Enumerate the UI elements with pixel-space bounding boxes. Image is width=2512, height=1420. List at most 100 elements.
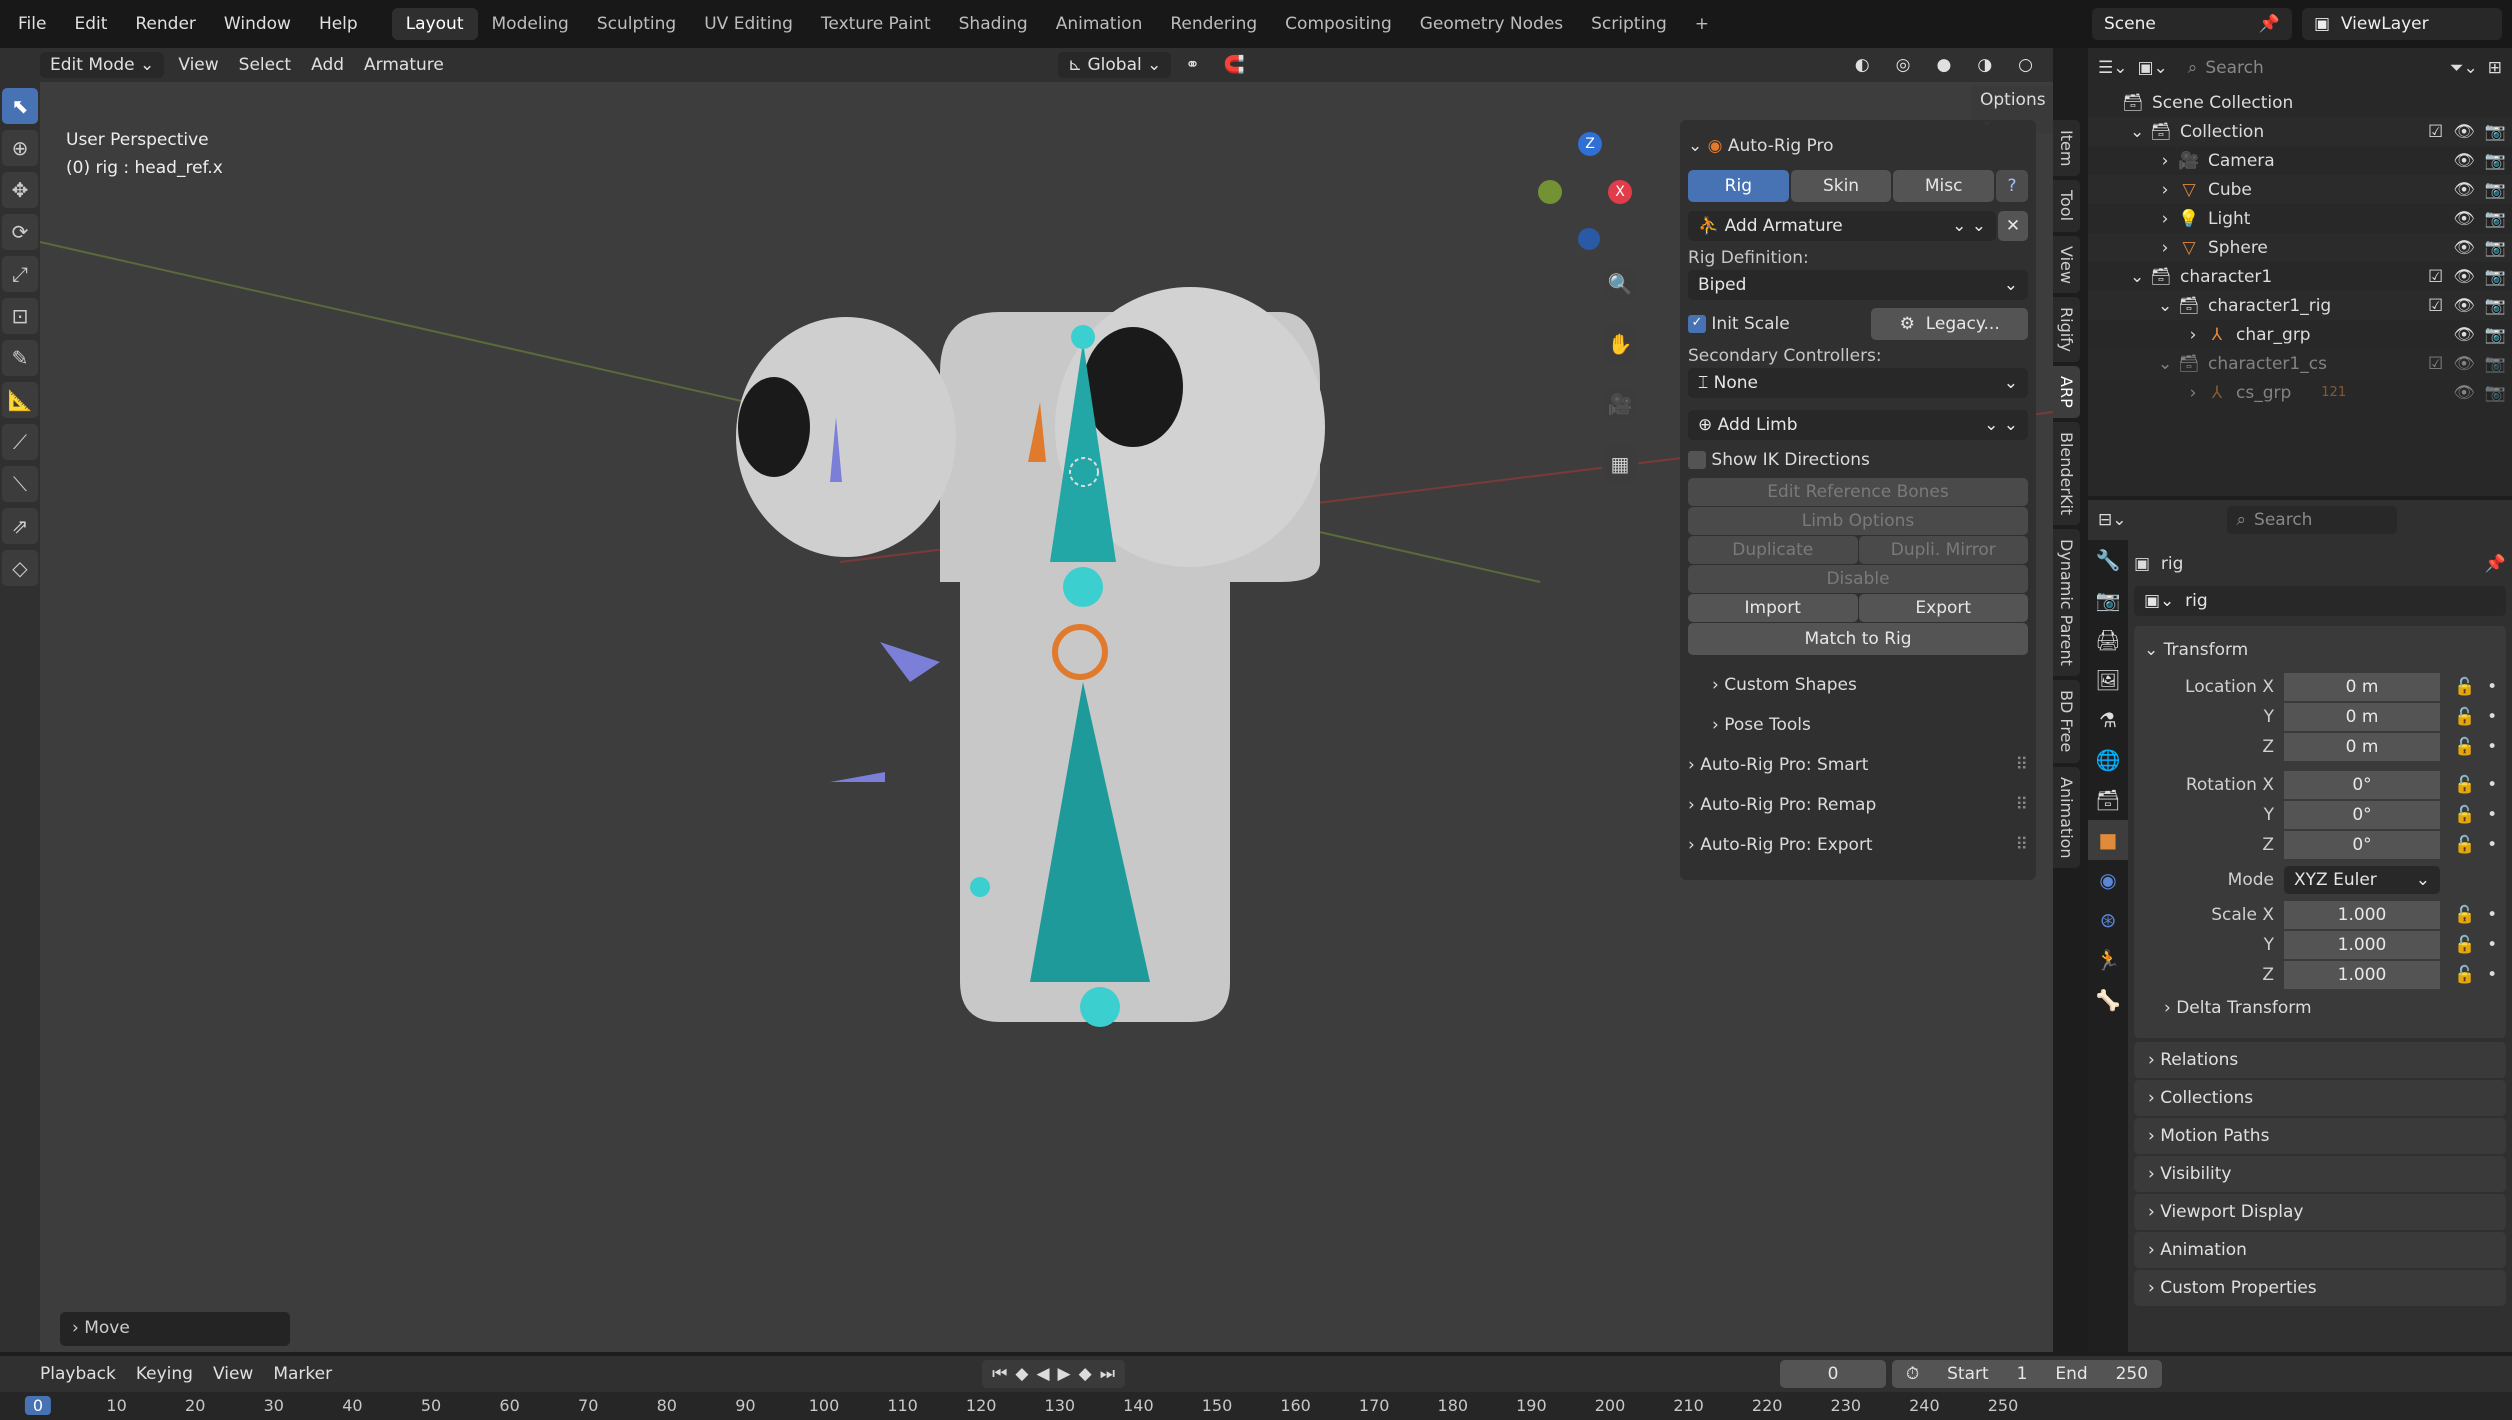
render-camera-icon[interactable]: 📷	[2485, 151, 2506, 171]
filter-icon[interactable]: ⏷⌄	[2450, 58, 2478, 78]
view-layer-icon[interactable]: 🖼	[2088, 660, 2128, 700]
grid-perspective-icon[interactable]: ▦	[1602, 446, 1638, 482]
property-field[interactable]: 0 m	[2284, 672, 2440, 701]
render-camera-icon[interactable]: 📷	[2485, 267, 2506, 287]
pivot-icon[interactable]: ⚭	[1175, 52, 1209, 78]
material-shading-icon[interactable]: ◑	[1967, 52, 2002, 78]
property-field[interactable]: 0°	[2284, 830, 2440, 859]
output-properties-icon[interactable]: 🖨	[2088, 620, 2128, 660]
delta-transform-header[interactable]: Delta Transform	[2176, 998, 2311, 1018]
lock-icon[interactable]: 🔓	[2454, 775, 2475, 795]
legacy-button[interactable]: ⚙ Legacy...	[1871, 308, 2028, 340]
outliner-item[interactable]: ⌄ 🗃 Collection ☑ 👁 📷	[2088, 117, 2512, 146]
rendered-shading-icon[interactable]: ○	[2008, 52, 2043, 78]
panel-0[interactable]: › Auto-Rig Pro: Smart ⠿	[1688, 747, 2028, 783]
import-button[interactable]: Import	[1688, 594, 1858, 622]
display-mode-icon[interactable]: ☰⌄	[2098, 58, 2127, 78]
subpanel-pose-tools[interactable]: › Pose Tools	[1688, 707, 2028, 743]
render-camera-icon[interactable]: 📷	[2485, 122, 2506, 142]
property-field[interactable]: 0 m	[2284, 702, 2440, 731]
keyframe-dot-icon[interactable]: •	[2487, 805, 2497, 825]
filter-scene-icon[interactable]: ▣⌄	[2137, 58, 2167, 78]
menu-view[interactable]: View	[203, 1361, 263, 1387]
current-frame-field[interactable]: 0	[1780, 1360, 1886, 1388]
keyframe-dot-icon[interactable]: •	[2487, 775, 2497, 795]
tab-sculpting[interactable]: Sculpting	[583, 8, 690, 40]
menu-render[interactable]: Render	[121, 14, 210, 34]
outliner-search-input[interactable]: ⌕ Search	[2177, 54, 2348, 82]
eye-icon[interactable]: 👁	[2453, 209, 2475, 229]
section-animation[interactable]: › Animation	[2134, 1232, 2506, 1268]
view-layer-selector[interactable]: ▣ ViewLayer	[2302, 8, 2502, 40]
outliner-item[interactable]: › ⅄ char_grp 👁 📷	[2088, 320, 2512, 349]
collapse-chevron-icon[interactable]: ⌄	[1688, 136, 1702, 156]
tab-skin[interactable]: Skin	[1790, 170, 1892, 202]
extrude-tool-icon[interactable]: ⇗	[2, 508, 38, 544]
exclude-checkbox[interactable]: ☑	[2428, 354, 2443, 374]
section-viewport-display[interactable]: › Viewport Display	[2134, 1194, 2506, 1230]
panel-1[interactable]: › Auto-Rig Pro: Remap ⠿	[1688, 787, 2028, 823]
gizmo-neg-z[interactable]	[1578, 228, 1600, 250]
property-field[interactable]: 1.000	[2284, 930, 2440, 959]
dupli-mirror-button[interactable]: Dupli. Mirror	[1858, 536, 2028, 564]
chevron-icon[interactable]: ⌄	[2158, 296, 2172, 316]
eye-icon[interactable]: 👁	[2453, 122, 2475, 142]
eye-icon[interactable]: 👁	[2453, 151, 2475, 171]
bone-icon[interactable]: 🦴	[2088, 980, 2128, 1020]
tab-layout[interactable]: Layout	[391, 8, 478, 40]
subpanel-custom-shapes[interactable]: › Custom Shapes	[1688, 667, 2028, 703]
rotation-mode-dropdown[interactable]: XYZ Euler ⌄	[2284, 865, 2440, 894]
keyframe-dot-icon[interactable]: •	[2487, 677, 2497, 697]
eye-icon[interactable]: 👁	[2453, 354, 2475, 374]
tab-geometry-nodes[interactable]: Geometry Nodes	[1406, 8, 1577, 40]
lock-icon[interactable]: 🔓	[2454, 965, 2475, 985]
snap-icon[interactable]: 🧲	[1214, 52, 1255, 78]
side-tab-item[interactable]: Item	[2053, 120, 2080, 177]
side-tab-rigify[interactable]: Rigify	[2053, 297, 2080, 363]
add-limb-dropdown[interactable]: ⊕ Add Limb ⌄ ⌄	[1688, 410, 2028, 440]
play-icon[interactable]: ▶	[1058, 1364, 1071, 1384]
disable-button[interactable]: Disable	[1688, 565, 2028, 593]
lock-icon[interactable]: 🔓	[2454, 905, 2475, 925]
world-icon[interactable]: 🌐	[2088, 740, 2128, 780]
lock-icon[interactable]: 🔓	[2454, 805, 2475, 825]
lock-icon[interactable]: 🔓	[2454, 707, 2475, 727]
tab-rig[interactable]: Rig	[1688, 170, 1789, 202]
init-scale-checkbox[interactable]: ✓	[1688, 315, 1706, 333]
eye-icon[interactable]: 👁	[2453, 267, 2475, 287]
jump-start-icon[interactable]: ⏮	[992, 1364, 1007, 1384]
tab-scripting[interactable]: Scripting	[1577, 8, 1681, 40]
side-tab-tool[interactable]: Tool	[2053, 180, 2080, 232]
chevron-icon[interactable]: ›	[2158, 180, 2172, 200]
menu-keying[interactable]: Keying	[126, 1361, 203, 1387]
editor-type-icon[interactable]: ⊟⌄	[2098, 510, 2127, 530]
render-camera-icon[interactable]: 📷	[2485, 383, 2506, 403]
outliner-item[interactable]: › ⅄ cs_grp 121 👁 📷	[2088, 378, 2512, 407]
exclude-checkbox[interactable]: ☑	[2428, 267, 2443, 287]
close-icon[interactable]: ✕	[1998, 211, 2028, 241]
select-tool-icon[interactable]: ⬉	[2, 88, 38, 124]
menu-file[interactable]: File	[4, 14, 60, 34]
render-camera-icon[interactable]: 📷	[2485, 296, 2506, 316]
tab-misc[interactable]: Misc	[1893, 170, 1995, 202]
lock-icon[interactable]: 🔓	[2454, 737, 2475, 757]
panel-2[interactable]: › Auto-Rig Pro: Export ⠿	[1688, 827, 2028, 863]
menu-playback[interactable]: Playback	[30, 1361, 126, 1387]
export-button[interactable]: Export	[1858, 594, 2028, 622]
section-custom-properties[interactable]: › Custom Properties	[2134, 1270, 2506, 1306]
tab-uv-editing[interactable]: UV Editing	[690, 8, 807, 40]
render-camera-icon[interactable]: 📷	[2485, 209, 2506, 229]
render-camera-icon[interactable]: 📷	[2485, 180, 2506, 200]
side-tab-blenderkit[interactable]: BlenderKit	[2053, 422, 2080, 526]
envelope-tool-icon[interactable]: ◇	[2, 550, 38, 586]
outliner-item[interactable]: ⌄ 🗃 character1_cs ☑ 👁 📷	[2088, 349, 2512, 378]
tab-modeling[interactable]: Modeling	[478, 8, 583, 40]
show-ik-checkbox[interactable]	[1688, 451, 1706, 469]
jump-end-icon[interactable]: ⏭	[1100, 1364, 1115, 1384]
outliner-item[interactable]: › ▽ Cube 👁 📷	[2088, 175, 2512, 204]
drag-handle-icon[interactable]: ⠿	[2016, 795, 2028, 815]
chevron-icon[interactable]: ⌄	[2158, 354, 2172, 374]
section-collections[interactable]: › Collections	[2134, 1080, 2506, 1116]
exclude-checkbox[interactable]: ☑	[2428, 122, 2443, 142]
keyframe-dot-icon[interactable]: •	[2487, 707, 2497, 727]
